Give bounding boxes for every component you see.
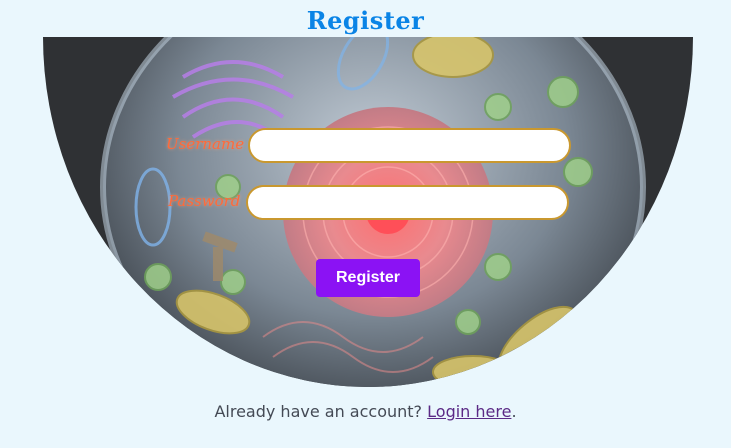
register-button[interactable]: Register bbox=[316, 259, 420, 297]
password-input[interactable] bbox=[246, 185, 569, 220]
register-page: Register Username Password Register Alre… bbox=[0, 0, 731, 448]
login-prompt-suffix: . bbox=[511, 402, 517, 421]
password-label: Password bbox=[168, 192, 241, 210]
username-input[interactable] bbox=[248, 128, 571, 163]
login-link[interactable]: Login here bbox=[427, 402, 511, 421]
login-prompt-text: Already have an account? bbox=[214, 402, 423, 421]
page-title: Register bbox=[306, 6, 425, 35]
username-label: Username bbox=[166, 135, 245, 153]
login-prompt: Already have an account? Login here. bbox=[0, 402, 731, 421]
